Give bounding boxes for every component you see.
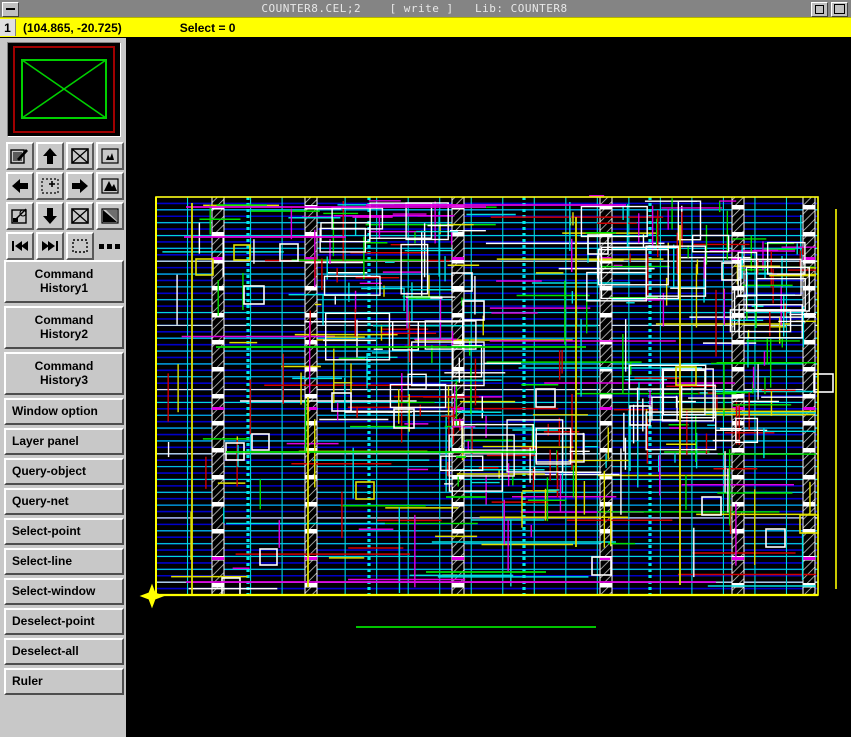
select-line-button[interactable]: Select-line: [4, 548, 124, 575]
forward-icon[interactable]: [36, 232, 64, 260]
title-bar: COUNTER8.CEL;2 [ write ] Lib: COUNTER8: [0, 0, 851, 18]
redraw-icon[interactable]: [6, 142, 34, 170]
application-window: COUNTER8.CEL;2 [ write ] Lib: COUNTER8 1…: [0, 0, 851, 737]
fill-toggle-icon[interactable]: [96, 202, 124, 230]
selection-count: Select = 0: [180, 21, 236, 35]
pan-up-icon[interactable]: [36, 142, 64, 170]
rewind-icon[interactable]: [6, 232, 34, 260]
command-history1-button[interactable]: Command History1: [4, 260, 124, 303]
pan-right-icon[interactable]: [66, 172, 94, 200]
system-menu-icon: [6, 8, 15, 10]
ruler-button[interactable]: Ruler: [4, 668, 124, 695]
zoom-out-icon[interactable]: [6, 202, 34, 230]
window-title: COUNTER8.CEL;2 [ write ] Lib: COUNTER8: [20, 2, 809, 15]
status-index: 1: [0, 19, 16, 36]
deselect-all-button[interactable]: Deselect-all: [4, 638, 124, 665]
window-controls: [809, 1, 849, 17]
zoom-in-window-icon[interactable]: [36, 172, 64, 200]
cursor-coordinates: (104.865, -20.725): [23, 21, 122, 35]
zoom-fit-icon[interactable]: [66, 142, 94, 170]
layout-canvas[interactable]: [130, 38, 851, 737]
navigator-preview: [8, 43, 120, 136]
minimize-icon: [815, 5, 824, 14]
layer-panel-button[interactable]: Layer panel: [4, 428, 124, 455]
zoom-peak-icon[interactable]: [96, 172, 124, 200]
layout-drawing: [130, 38, 851, 737]
command-history3-button[interactable]: Command History3: [4, 352, 124, 395]
tool-grid: [6, 142, 124, 260]
left-sidebar: Command History1 Command History2 Comman…: [0, 38, 128, 737]
system-menu-button[interactable]: [2, 2, 19, 17]
command-button-list: Command History1 Command History2 Comman…: [4, 260, 124, 698]
status-bar: 1 (104.865, -20.725) Select = 0: [0, 18, 851, 38]
zoom-level-icon[interactable]: [96, 142, 124, 170]
query-net-button[interactable]: Query-net: [4, 488, 124, 515]
window-option-button[interactable]: Window option: [4, 398, 124, 425]
more-options-icon[interactable]: [96, 232, 124, 260]
deselect-point-button[interactable]: Deselect-point: [4, 608, 124, 635]
navigator-thumbnail[interactable]: [7, 42, 121, 137]
select-window-button[interactable]: Select-window: [4, 578, 124, 605]
minimize-button[interactable]: [811, 2, 828, 17]
command-history2-button[interactable]: Command History2: [4, 306, 124, 349]
select-point-button[interactable]: Select-point: [4, 518, 124, 545]
pan-left-icon[interactable]: [6, 172, 34, 200]
maximize-icon: [834, 4, 845, 14]
maximize-button[interactable]: [831, 2, 848, 17]
zoom-all-icon[interactable]: [66, 202, 94, 230]
query-object-button[interactable]: Query-object: [4, 458, 124, 485]
pan-down-icon[interactable]: [36, 202, 64, 230]
marquee-icon[interactable]: [66, 232, 94, 260]
